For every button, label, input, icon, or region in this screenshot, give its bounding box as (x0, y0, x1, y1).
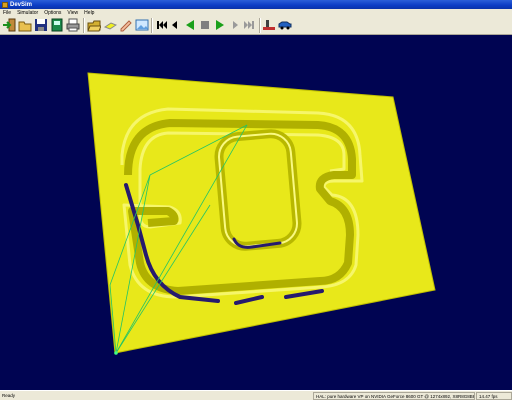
toolbar (0, 16, 512, 35)
image-icon[interactable] (135, 18, 149, 32)
menu-file[interactable]: File (0, 10, 14, 16)
open-folder-icon[interactable] (87, 18, 101, 32)
skip-to-start-icon[interactable] (154, 18, 168, 32)
menu-view[interactable]: View (64, 10, 81, 16)
skip-to-end-icon[interactable] (243, 18, 257, 32)
play-reverse-icon[interactable] (183, 18, 197, 32)
machine-tool-icon[interactable] (262, 18, 276, 32)
simulation-view (87, 72, 436, 355)
play-icon[interactable] (213, 18, 227, 32)
open-icon[interactable] (18, 18, 32, 32)
window-title: DevSim (10, 1, 33, 8)
status-bar: Ready HAL: pure hardware VP on NVIDIA Ge… (0, 390, 512, 400)
stop-icon[interactable] (198, 18, 212, 32)
exit-icon[interactable] (2, 18, 16, 32)
save-as-icon[interactable] (50, 18, 64, 32)
step-back-icon[interactable] (168, 18, 182, 32)
save-icon[interactable] (34, 18, 48, 32)
toolbar-separator (259, 18, 261, 33)
renderer-info: HAL: pure hardware VP on NVIDIA GeForce … (313, 392, 475, 400)
pencil-icon[interactable] (119, 18, 133, 32)
tool-origin-marker (114, 351, 118, 355)
fps-counter: 14.47 fps (476, 392, 512, 400)
app-icon (2, 1, 8, 8)
title-bar: DevSim (0, 0, 512, 9)
step-forward-icon[interactable] (228, 18, 242, 32)
print-icon[interactable] (66, 18, 80, 32)
vehicle-icon[interactable] (278, 18, 292, 32)
menu-options[interactable]: Options (41, 10, 64, 16)
menu-simulator[interactable]: Simulator (14, 10, 41, 16)
menu-bar: File Simulator Options View Help (0, 9, 512, 16)
toolbar-separator (151, 18, 153, 33)
yellow-block-icon[interactable] (103, 18, 117, 32)
menu-help[interactable]: Help (81, 10, 97, 16)
toolbar-separator (83, 18, 85, 33)
status-text: Ready (2, 393, 16, 398)
3d-viewport[interactable] (0, 35, 512, 390)
